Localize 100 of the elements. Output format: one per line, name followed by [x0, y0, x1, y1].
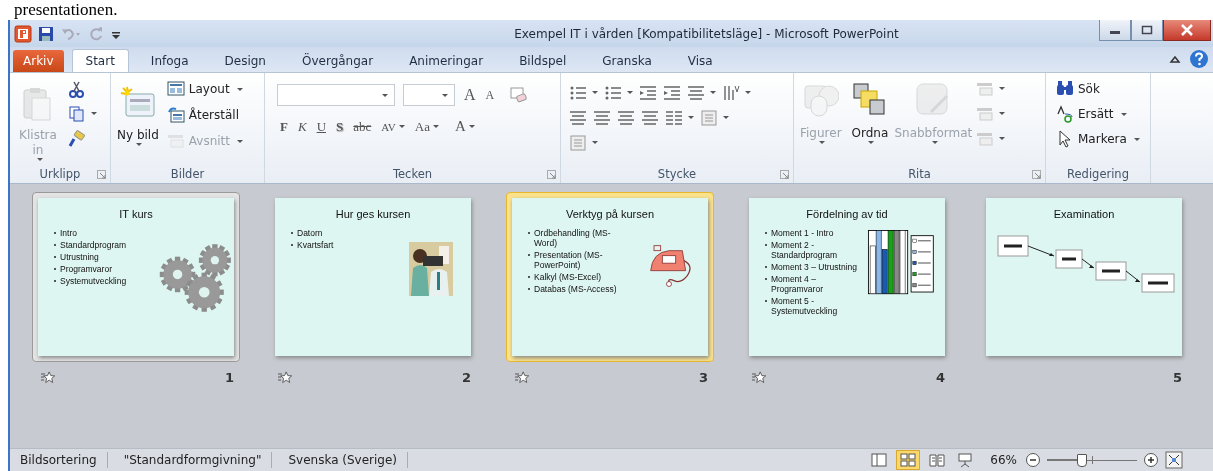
bullet-text: Kalkyl (MS-Excel): [534, 272, 602, 282]
app-logo-icon[interactable]: [14, 24, 32, 43]
ribbon-button[interactable]: Återställ: [166, 104, 243, 126]
bullet-text: Moment 2 - Standardprogram: [771, 240, 839, 260]
group-label: Redigering: [1067, 167, 1129, 181]
group-label: Tecken: [392, 167, 433, 181]
maximize-button[interactable]: [1131, 20, 1163, 41]
format-button[interactable]: Aa: [413, 118, 440, 135]
format-button[interactable]: A: [453, 118, 476, 135]
transition-star-icon[interactable]: [751, 370, 767, 385]
replace-icon: [1056, 105, 1074, 123]
file-tab[interactable]: Arkiv: [13, 50, 64, 72]
ribbon-tab[interactable]: Övergångar: [288, 49, 388, 72]
text-direction-icon[interactable]: [722, 83, 740, 102]
minimize-button[interactable]: [1099, 20, 1131, 41]
scissors-icon[interactable]: [68, 79, 86, 98]
format-button[interactable]: A: [463, 86, 477, 104]
align-right-icon[interactable]: [617, 108, 635, 127]
align-left-icon[interactable]: [569, 108, 587, 127]
format-button[interactable]: abc: [352, 118, 373, 135]
clear-formatting-icon[interactable]: [509, 86, 528, 104]
ribbon-tab[interactable]: Visa: [673, 49, 727, 72]
status-text: Bildsortering: [10, 452, 108, 468]
maximize-icon: [1141, 25, 1153, 35]
ribbon-button[interactable]: Markera: [1056, 128, 1140, 150]
help-icon[interactable]: [1189, 49, 1209, 69]
slide-number: 3: [698, 370, 708, 385]
group-label: Rita: [908, 167, 931, 181]
doctor-clipart-drawing: [409, 242, 453, 296]
ribbon-button[interactable]: Ersätt: [1056, 103, 1140, 125]
font-name-field[interactable]: [277, 84, 395, 106]
format-button[interactable]: K: [296, 118, 308, 135]
caption-text: presentationen.: [13, 0, 119, 20]
close-button[interactable]: [1163, 20, 1211, 41]
slide-thumbnail[interactable]: Verktyg på kursen Ordbehandling (MS-Word) Presentation (MS-PowerPoint) Kalkyl (MS-Excel) Databas (MS-Access): [506, 192, 714, 362]
ribbon-tab[interactable]: Animeringar: [395, 49, 498, 72]
transition-star-icon[interactable]: [514, 370, 530, 385]
brush-icon[interactable]: [68, 129, 86, 148]
format-button[interactable]: AV: [380, 120, 406, 133]
slide-sorter-icon[interactable]: [900, 452, 917, 468]
align-center-icon[interactable]: [593, 108, 611, 127]
font-size-field[interactable]: [403, 84, 455, 106]
bullet-text: Standardprogram: [60, 240, 127, 250]
dialog-launcher-icon[interactable]: [547, 170, 556, 179]
slide-number: 1: [224, 370, 234, 385]
window-title: Exempel IT i vården [Kompatibilitetsläge] - Microsoft PowerPoint: [513, 26, 900, 41]
ribbon-button[interactable]: Layout: [166, 78, 243, 100]
slide-thumbnail[interactable]: IT kurs Intro Standardprogram Utrustning Programvaror Systemutveckling: [32, 192, 240, 362]
ribbon-tab[interactable]: Design: [210, 49, 280, 72]
transition-star-icon[interactable]: [40, 370, 56, 385]
dialog-launcher-icon[interactable]: [1032, 170, 1041, 179]
reading-view-icon[interactable]: [929, 452, 946, 468]
format-button[interactable]: U: [315, 118, 327, 135]
format-button[interactable]: A: [484, 87, 496, 103]
justify-icon[interactable]: [641, 108, 659, 127]
columns-icon[interactable]: [665, 108, 683, 127]
bullet-text: Databas (MS-Access): [534, 284, 617, 294]
bullet-text: Moment 5 - Systemutveckling: [771, 296, 839, 316]
bullet-text: Presentation (MS-PowerPoint): [534, 250, 604, 270]
zoom-in-icon[interactable]: [1143, 452, 1159, 468]
group-label: Urklipp: [39, 167, 81, 181]
bullet-text: Kvartsfart: [297, 240, 334, 250]
zoom-slider-thumb[interactable]: [1077, 454, 1088, 467]
ribbon-button[interactable]: Ordna: [849, 76, 891, 165]
zoom-out-icon[interactable]: [1025, 452, 1041, 468]
normal-view-icon[interactable]: [871, 452, 888, 468]
fit-to-window-icon[interactable]: [1165, 451, 1183, 469]
collapse-ribbon-icon[interactable]: [1169, 54, 1181, 64]
format-button[interactable]: S: [335, 118, 345, 135]
status-text: Svenska (Sverige): [278, 452, 409, 468]
bullet-text: Moment 3 – Utrustning: [771, 262, 857, 272]
slide-title: Fördelning av tid: [805, 208, 889, 220]
format-button[interactable]: F: [279, 118, 289, 135]
transition-star-icon[interactable]: [277, 370, 293, 385]
slide-number: 2: [461, 370, 471, 385]
slideshow-icon[interactable]: [957, 452, 974, 468]
bullet-text: Ordbehandling (MS-Word): [534, 228, 612, 248]
line-spacing-icon[interactable]: [687, 83, 705, 102]
dialog-launcher-icon[interactable]: [97, 170, 106, 179]
ribbon-button[interactable]: Sök: [1056, 78, 1140, 100]
new-slide-button[interactable]: Ny bild: [115, 76, 161, 165]
status-text: "Standardformgivning": [113, 452, 273, 468]
ribbon-tab[interactable]: Start: [71, 49, 129, 72]
close-icon: [1180, 24, 1194, 36]
ribbon-tab[interactable]: Infoga: [136, 49, 203, 72]
slide-title: Examination: [1052, 208, 1116, 220]
slide-title: Verktyg på kursen: [564, 208, 656, 220]
shapes-icon: [802, 82, 839, 118]
ribbon-tab[interactable]: Bildspel: [505, 49, 581, 72]
ribbon-tab[interactable]: Granska: [588, 49, 666, 72]
copy-icon[interactable]: [68, 104, 86, 123]
slide-title: Hur ges kursen: [334, 208, 412, 220]
increase-indent-icon[interactable]: [663, 83, 681, 102]
bullet-text: Datorn: [297, 228, 323, 238]
zoom-level-text[interactable]: 66%: [990, 453, 1017, 467]
bullet-text: Intro: [60, 228, 77, 238]
save-icon[interactable]: [38, 25, 54, 42]
decrease-indent-icon[interactable]: [639, 83, 657, 102]
dialog-launcher-icon[interactable]: [780, 170, 789, 179]
group-label: Bilder: [170, 167, 205, 181]
